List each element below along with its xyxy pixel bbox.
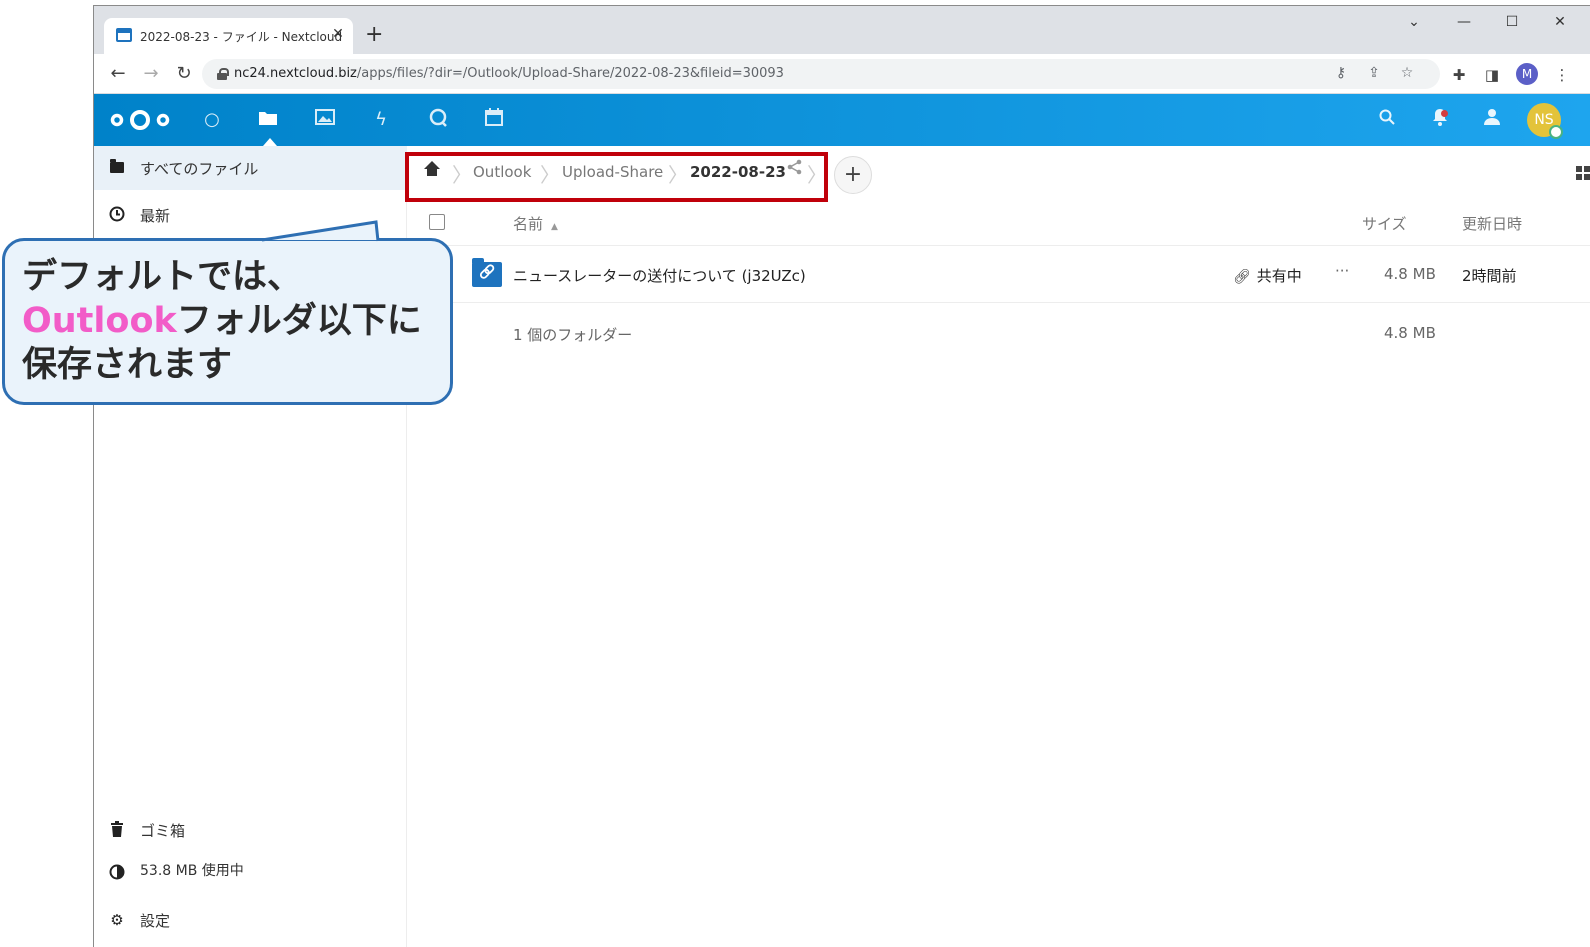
sidebar-item-recent[interactable]: 最新 [94, 193, 407, 237]
talk-icon[interactable] [426, 108, 450, 132]
menu-icon[interactable]: ⋮ [1552, 66, 1572, 84]
notification-badge [1441, 110, 1448, 117]
sidebar-item-trash[interactable]: ゴミ箱 [94, 808, 407, 852]
sidebar-item-label: 最新 [140, 207, 171, 225]
online-status-icon [1549, 125, 1563, 139]
tab-title: 2022-08-23 - ファイル - Nextcloud [140, 30, 343, 44]
sort-ascending-icon: ▲ [551, 222, 558, 232]
breadcrumb: 〉 Outlook 〉 Upload-Share 〉 2022-08-23 〉 [405, 146, 837, 202]
lock-icon[interactable] [217, 68, 229, 80]
file-list-header: 名前 ▲ サイズ 更新日時 [407, 198, 1590, 246]
share-status[interactable]: 🔗︎ 共有中 [1233, 265, 1302, 286]
close-tab-icon[interactable]: ✕ [329, 25, 347, 43]
quota-indicator: 53.8 MB 使用中 [94, 848, 407, 892]
link-icon: 🔗︎ [1233, 269, 1251, 285]
back-arrow-icon[interactable]: ← [106, 62, 130, 86]
folder-icon [108, 159, 126, 177]
select-all-checkbox[interactable] [429, 214, 445, 230]
column-name-header[interactable]: 名前 ▲ [513, 213, 558, 234]
reload-icon[interactable]: ↻ [172, 62, 196, 86]
callout-text: デフォルトでは、 Outlookフォルダ以下に 保存されます [22, 255, 422, 387]
active-app-indicator [263, 138, 277, 146]
extensions-icon[interactable]: ✚ [1449, 66, 1469, 84]
tab-strip: 2022-08-23 - ファイル - Nextcloud ✕ + ⌄ — ☐ … [94, 6, 1590, 54]
clock-icon [108, 206, 126, 224]
contacts-icon[interactable] [1480, 108, 1504, 132]
table-row[interactable]: ニュースレーターの送付について (j32UZc) 🔗︎ 共有中 ··· 4.8 M… [407, 247, 1590, 303]
file-size: 4.8 MB [1384, 265, 1436, 283]
screenshot-root: 2022-08-23 - ファイル - Nextcloud ✕ + ⌄ — ☐ … [0, 0, 1590, 947]
star-icon[interactable]: ☆ [1398, 65, 1416, 81]
callout-line-3: 保存されます [22, 345, 233, 385]
breadcrumb-highlight-frame [405, 152, 828, 202]
folder-count-label: 1 個のフォルダー [513, 326, 633, 344]
callout-line-2-rest: フォルダ以下に [176, 301, 422, 341]
side-panel-icon[interactable]: ◨ [1482, 66, 1502, 84]
column-name-label: 名前 [513, 215, 544, 233]
sidebar-item-label: すべてのファイル [140, 160, 259, 178]
url-host: nc24.nextcloud.biz [234, 66, 357, 81]
browser-tab[interactable]: 2022-08-23 - ファイル - Nextcloud ✕ [104, 18, 353, 54]
nextcloud-logo-icon[interactable] [108, 108, 172, 132]
url-text[interactable]: nc24.nextcloud.biz/apps/files/?dir=/Outl… [234, 66, 784, 81]
share-icon[interactable]: ⇪ [1365, 65, 1383, 81]
callout-line-1: デフォルトでは、 [22, 257, 303, 297]
trash-icon [108, 821, 126, 839]
search-icon[interactable] [1375, 108, 1399, 132]
activity-icon[interactable]: ϟ [369, 108, 393, 132]
url-path: /apps/files/?dir=/Outlook/Upload-Share/2… [356, 66, 784, 81]
settings-label: 設定 [140, 912, 171, 930]
dashboard-icon[interactable]: ○ [200, 108, 224, 132]
profile-avatar[interactable]: M [1516, 63, 1538, 85]
close-window-button[interactable]: ✕ [1550, 14, 1570, 30]
minimize-button[interactable]: — [1454, 14, 1474, 30]
address-bar[interactable]: nc24.nextcloud.biz/apps/files/?dir=/Outl… [202, 59, 1440, 89]
total-size-label: 4.8 MB [1384, 324, 1436, 342]
user-avatar[interactable]: NS [1527, 103, 1563, 139]
nextcloud-header: ○ ϟ NS [94, 94, 1590, 146]
callout-line-2: Outlookフォルダ以下に [22, 299, 422, 343]
folder-name[interactable]: ニュースレーターの送付について (j32UZc) [513, 265, 806, 286]
column-size-header[interactable]: サイズ [1362, 213, 1407, 234]
key-icon[interactable]: ⚷ [1332, 65, 1350, 81]
tab-search-chevron-icon[interactable]: ⌄ [1404, 14, 1424, 30]
shared-folder-icon[interactable] [472, 258, 502, 287]
gear-icon: ⚙ [110, 911, 124, 929]
file-modified: 2時間前 [1462, 267, 1517, 285]
file-list-summary: 1 個のフォルダー 4.8 MB [407, 304, 1590, 364]
forward-arrow-icon[interactable]: → [139, 62, 163, 86]
browser-toolbar: ← → ↻ nc24.nextcloud.biz/apps/files/?dir… [94, 54, 1590, 94]
trash-label: ゴミ箱 [140, 822, 186, 840]
notifications-bell-icon[interactable] [1428, 108, 1452, 132]
more-actions-icon[interactable]: ··· [1335, 262, 1349, 280]
nextcloud-favicon-icon [116, 28, 132, 42]
annotation-callout: デフォルトでは、 Outlookフォルダ以下に 保存されます [2, 238, 453, 405]
pie-chart-icon [108, 864, 126, 882]
maximize-button[interactable]: ☐ [1502, 14, 1522, 30]
share-status-label: 共有中 [1256, 267, 1302, 285]
browser-window: 2022-08-23 - ファイル - Nextcloud ✕ + ⌄ — ☐ … [93, 5, 1590, 947]
new-tab-button[interactable]: + [365, 24, 383, 46]
files-main: 〉 Outlook 〉 Upload-Share 〉 2022-08-23 〉 … [405, 146, 1590, 947]
sidebar-item-all-files[interactable]: すべてのファイル [94, 146, 407, 190]
files-icon[interactable] [256, 108, 280, 132]
callout-accent-word: Outlook [22, 301, 177, 341]
quota-label: 53.8 MB 使用中 [140, 863, 244, 879]
photos-icon[interactable] [313, 108, 337, 132]
grid-view-icon[interactable] [1576, 166, 1590, 180]
calendar-icon[interactable] [482, 108, 506, 132]
column-modified-header[interactable]: 更新日時 [1462, 213, 1522, 234]
new-file-button[interactable]: + [834, 156, 872, 194]
sidebar-item-settings[interactable]: ⚙ 設定 [94, 898, 407, 942]
